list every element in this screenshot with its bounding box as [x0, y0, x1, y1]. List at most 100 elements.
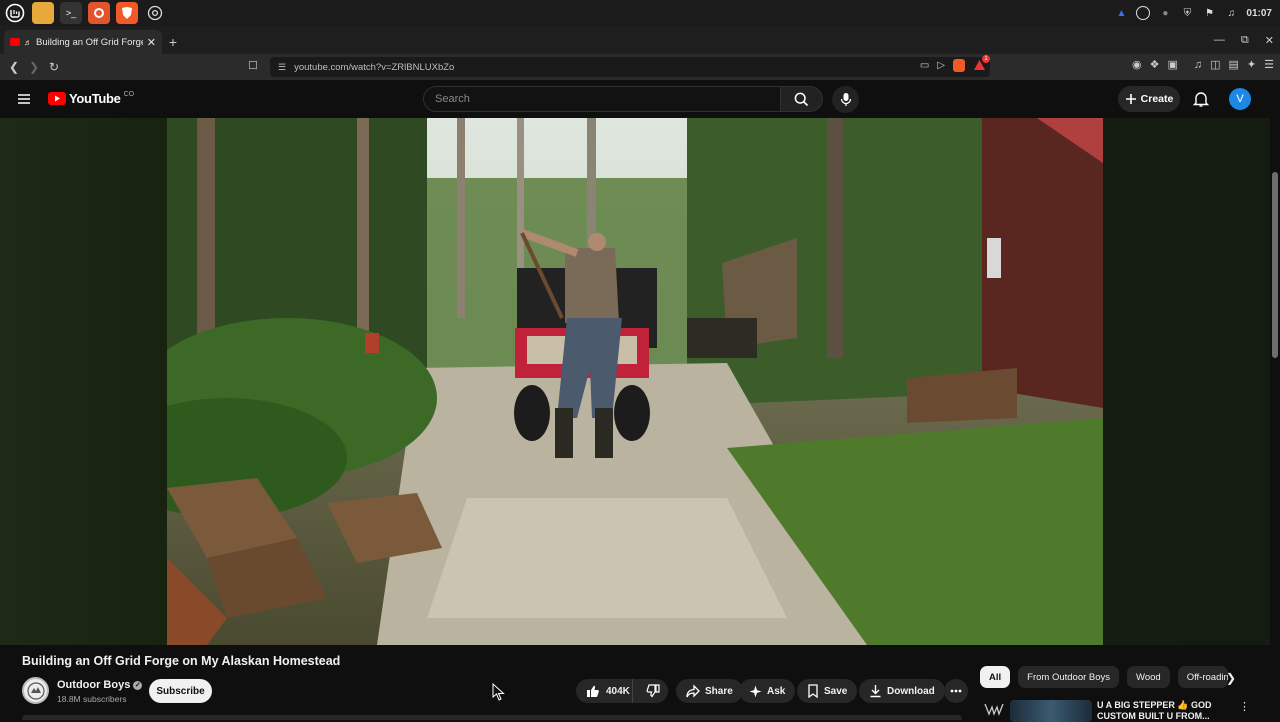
- new-tab-button[interactable]: +: [162, 30, 184, 54]
- search-input[interactable]: Search: [423, 86, 781, 112]
- subscriber-count: 18.8M subscribers: [57, 694, 127, 704]
- video-player[interactable]: [167, 118, 1103, 645]
- search-button[interactable]: [781, 86, 823, 112]
- save-label: Save: [824, 685, 848, 697]
- tab-title: Building an Off Grid Forge: [36, 36, 143, 48]
- channel-name[interactable]: Outdoor Boys ✓: [57, 679, 143, 691]
- close-tab-icon[interactable]: ✕: [147, 36, 156, 49]
- address-bar[interactable]: ☰ youtube.com/watch?v=ZRlBNLUXbZo ▭ ▷ 1: [270, 55, 990, 77]
- screenshot-icon[interactable]: ▣: [1167, 58, 1177, 71]
- browser-tabbar: ♬ Building an Off Grid Forge ✕ + — ⧉ ✕: [0, 26, 1280, 54]
- voice-search-button[interactable]: [832, 86, 859, 113]
- youtube-logo-text: YouTube: [69, 91, 121, 106]
- status-dot-icon: ●: [1162, 7, 1169, 19]
- subscribe-button[interactable]: Subscribe: [149, 679, 212, 703]
- verified-badge-icon: ✓: [133, 680, 143, 690]
- minimize-icon[interactable]: —: [1214, 34, 1225, 46]
- notifications-icon[interactable]: ⚑: [1202, 6, 1216, 20]
- plus-icon: [1125, 94, 1136, 104]
- channel-name-text[interactable]: Outdoor Boys: [57, 679, 130, 691]
- video-frame-image: [167, 118, 1103, 645]
- browser-tab-active[interactable]: ♬ Building an Off Grid Forge ✕: [4, 30, 162, 54]
- download-label: Download: [887, 685, 935, 697]
- notifications-bell-icon[interactable]: [1192, 90, 1210, 108]
- bookmark-save-icon: [808, 684, 818, 698]
- thumbs-down-icon: [646, 684, 660, 698]
- brave-shields-icon[interactable]: [953, 59, 965, 72]
- update-icon[interactable]: [1136, 6, 1151, 20]
- chevron-right-icon[interactable]: ❯: [1222, 669, 1240, 687]
- shield-icon[interactable]: ⛨: [1180, 6, 1194, 20]
- url-text[interactable]: youtube.com/watch?v=ZRlBNLUXbZo: [294, 62, 454, 73]
- sidebar-icon[interactable]: ◫: [1210, 58, 1220, 71]
- recommended-video-thumbnail[interactable]: [1010, 700, 1092, 722]
- download-button[interactable]: Download: [859, 679, 945, 703]
- media-icon[interactable]: ♫: [1194, 59, 1202, 71]
- cast-icon[interactable]: ▭: [920, 60, 929, 71]
- os-taskbar: >_ ▲ ● ⛨ ⚑ ♫ 01:07: [0, 0, 1280, 26]
- ask-button[interactable]: Ask: [739, 679, 796, 703]
- mint-menu-icon[interactable]: [4, 2, 26, 24]
- close-window-icon[interactable]: ✕: [1265, 34, 1274, 47]
- sparkle-icon: [749, 685, 762, 697]
- scrollbar-thumb[interactable]: [1272, 172, 1278, 358]
- rewards-badge: 1: [982, 55, 990, 63]
- chip-all[interactable]: All: [980, 666, 1011, 688]
- site-info-icon[interactable]: ☰: [278, 62, 286, 73]
- chip-from-outdoor-boys[interactable]: From Outdoor Boys: [1018, 666, 1120, 688]
- youtube-favicon-icon: [10, 38, 20, 46]
- more-vertical-icon[interactable]: ⋮: [1239, 700, 1250, 713]
- audio-playing-icon[interactable]: ♬: [24, 38, 32, 47]
- ask-label: Ask: [767, 685, 786, 697]
- wallet-icon[interactable]: ▤: [1229, 58, 1239, 71]
- account-avatar[interactable]: V: [1229, 88, 1251, 110]
- browser-menu-icon[interactable]: ☰: [1264, 58, 1274, 71]
- download-icon: [870, 685, 881, 698]
- youtube-header: YouTube CO Search Create V: [0, 80, 1280, 118]
- country-code: CO: [123, 91, 135, 98]
- forward-icon[interactable]: ❯: [24, 57, 44, 77]
- files-icon[interactable]: [32, 2, 54, 24]
- vpn-icon[interactable]: ▲: [1114, 6, 1128, 20]
- channel-avatar[interactable]: [22, 677, 49, 704]
- back-icon[interactable]: ❮: [4, 57, 24, 77]
- recommendation-chips: All From Outdoor Boys Wood Off-roading: [980, 666, 1228, 688]
- create-label: Create: [1140, 93, 1174, 105]
- chrome-like-icon[interactable]: [144, 2, 166, 24]
- youtube-play-icon: [48, 92, 66, 105]
- volume-icon[interactable]: ♫: [1224, 6, 1238, 20]
- chip-off-roading[interactable]: Off-roading: [1177, 666, 1228, 688]
- recommended-video-title[interactable]: U A BIG STEPPER 👍 GOD CUSTOM BUILT U FRO…: [1097, 700, 1232, 722]
- share-label: Share: [705, 685, 733, 697]
- save-button[interactable]: Save: [797, 679, 858, 703]
- dislike-button[interactable]: [638, 684, 668, 698]
- youtube-logo[interactable]: YouTube CO: [48, 91, 134, 106]
- brave-rewards-icon[interactable]: 1: [973, 55, 990, 72]
- browser-toolbar: ❮ ❯ ↻ ☐ ☰ youtube.com/watch?v=ZRlBNLUXbZ…: [0, 54, 1280, 80]
- terminal-icon[interactable]: >_: [60, 2, 82, 24]
- video-title: Building an Off Grid Forge on My Alaskan…: [22, 654, 341, 668]
- leo-ai-icon[interactable]: ✦: [1247, 58, 1256, 71]
- share-icon: [686, 684, 700, 698]
- page-scrollbar[interactable]: [1270, 80, 1280, 720]
- firefox-icon[interactable]: [88, 2, 110, 24]
- brave-icon[interactable]: [116, 2, 138, 24]
- send-icon[interactable]: ▷: [937, 60, 945, 71]
- more-actions-button[interactable]: [944, 679, 968, 703]
- like-button[interactable]: 404K: [576, 679, 633, 703]
- guide-menu-icon[interactable]: [16, 91, 32, 107]
- share-button[interactable]: Share: [676, 679, 743, 703]
- clock[interactable]: 01:07: [1246, 8, 1272, 19]
- like-count: 404K: [606, 685, 630, 697]
- extension-icon-1[interactable]: ◉: [1132, 58, 1142, 71]
- recommended-video[interactable]: U A BIG STEPPER 👍 GOD CUSTOM BUILT U FRO…: [984, 698, 1254, 722]
- chip-wood[interactable]: Wood: [1127, 666, 1170, 688]
- search-icon: [794, 92, 809, 106]
- extensions-puzzle-icon[interactable]: ❖: [1150, 58, 1160, 71]
- reload-icon[interactable]: ↻: [44, 57, 64, 77]
- more-horizontal-icon: [950, 689, 962, 693]
- bookmark-icon[interactable]: ☐: [248, 59, 258, 72]
- create-button[interactable]: Create: [1118, 86, 1180, 112]
- description-box-top: [22, 715, 962, 720]
- maximize-icon[interactable]: ⧉: [1241, 34, 1249, 47]
